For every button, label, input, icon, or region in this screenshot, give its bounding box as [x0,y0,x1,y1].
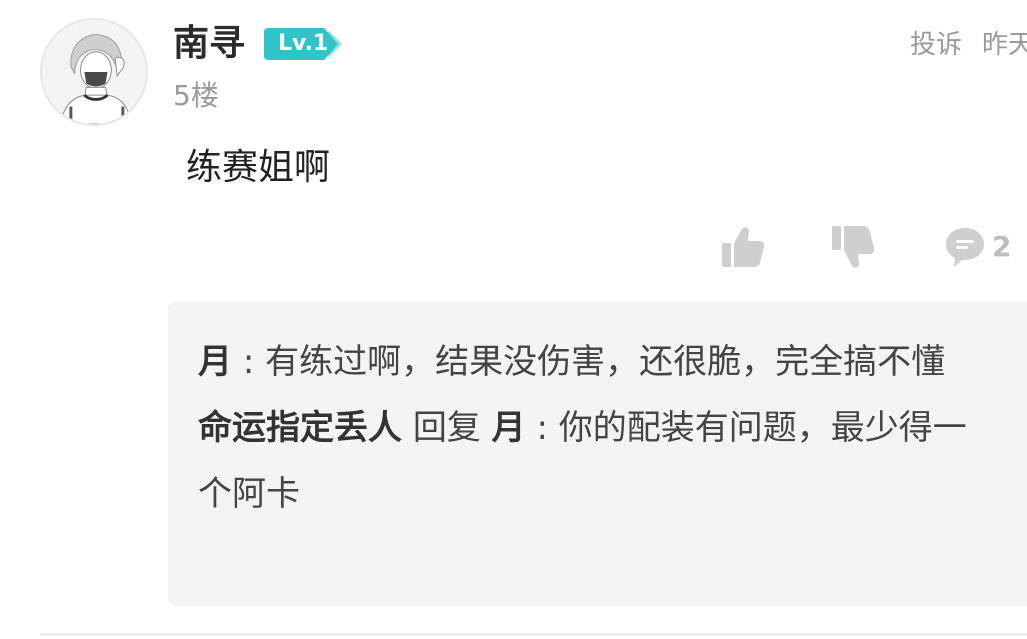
reply-separator: : [536,408,548,448]
reply-author[interactable]: 命运指定丢人 [198,408,402,448]
divider [40,633,1027,636]
reply-to-label: 回复 [412,408,481,448]
reply-text: 有练过啊，结果没伤害，还很脆，完全搞不懂 [265,342,946,382]
comment-text: 练赛姐啊 [186,147,331,188]
reply-author[interactable]: 月 [198,342,232,382]
thumbs-down-icon [832,226,875,268]
username[interactable]: 南寻 [173,20,245,68]
reply-count: 2 [992,230,1012,263]
timestamp: 昨天 [982,30,1027,60]
dislike-button[interactable] [830,222,876,272]
level-label: Lv.1 [278,31,329,56]
reply-target[interactable]: 月 [492,408,526,448]
like-button[interactable] [720,222,766,272]
reply-item[interactable]: 命运指定丢人 回复 月 : 你的配装有问题，最少得一个阿卡 [198,395,998,527]
report-link[interactable]: 投诉 [910,26,962,64]
floor-number: 5楼 [173,79,219,112]
level-badge: Lv.1 [262,24,342,64]
reply-button[interactable]: 2 [944,222,1011,272]
reply-item[interactable]: 月 : 有练过啊，结果没伤害，还很脆，完全搞不懂 [198,329,998,395]
thumbs-up-icon [722,227,765,267]
reply-separator: : [242,342,255,382]
replies-box[interactable]: 月 : 有练过啊，结果没伤害，还很脆，完全搞不懂 命运指定丢人 回复 月 : 你… [168,301,1027,606]
comment-bubble-icon [946,228,984,267]
avatar[interactable] [40,18,148,126]
